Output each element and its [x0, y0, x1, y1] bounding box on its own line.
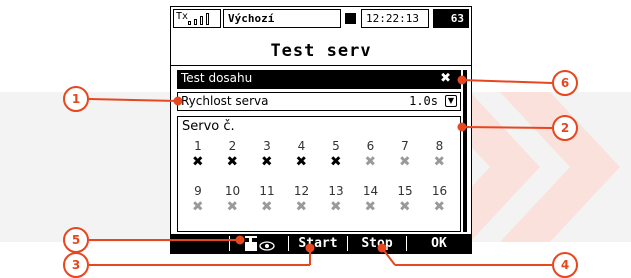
servo-grid-title: Servo č.	[182, 119, 235, 134]
tx-label: Tx	[176, 11, 189, 22]
servo-cell: 1 ✖	[181, 139, 215, 171]
servo-cross-icon: ✖	[192, 196, 204, 217]
servo-cross-icon: ✖	[399, 151, 411, 172]
page-title: Test serv	[270, 41, 372, 61]
servo-cross-icon: ✖	[330, 151, 342, 172]
servo-cell: 11 ✖	[250, 184, 284, 216]
servo-grid: Servo č. 1 ✖ 2 ✖ 3 ✖ 4 ✖ 5 ✖ 6 ✖ 7 ✖ 8 ✖ 9 ✖ 10 ✖ 11 ✖ 12 ✖ 13 ✖ 1…	[177, 116, 461, 232]
range-test-label: Test dosahu	[181, 71, 253, 85]
dropdown-arrow-icon[interactable]: ▼	[445, 95, 457, 107]
servo-speed-value: 1.0s	[409, 94, 438, 108]
servo-cell: 15 ✖	[388, 184, 422, 216]
model-name[interactable]: Výchozí	[223, 9, 341, 28]
ok-button[interactable]: OK	[407, 234, 471, 253]
device-screen: Tx Výchozí 12:22:13 63 Test serv Test do…	[170, 6, 472, 254]
range-test-value: ✖	[440, 71, 451, 86]
servo-cell: 5 ✖	[319, 139, 353, 171]
softkey-bar: Start Stop OK	[171, 234, 471, 253]
signal-bar-icon	[188, 21, 191, 25]
servo-cross-icon: ✖	[296, 196, 307, 217]
scrollbar[interactable]	[463, 70, 467, 232]
signal-bar-icon	[206, 13, 209, 25]
servo-cross-icon: ✖	[261, 151, 273, 172]
servo-speed-label: Rychlost serva	[181, 94, 269, 108]
stop-button[interactable]: Stop	[348, 234, 406, 253]
servo-speed-row[interactable]: Rychlost serva 1.0s ▼	[177, 92, 461, 111]
range-test-row[interactable]: Test dosahu ✖	[177, 70, 461, 89]
servo-cross-icon: ✖	[434, 151, 445, 172]
stop-square-icon	[345, 13, 356, 24]
servo-cell: 16 ✖	[423, 184, 457, 216]
servo-cell: 14 ✖	[354, 184, 388, 216]
transmitter-eye-icon	[245, 236, 275, 251]
servo-cell: 3 ✖	[250, 139, 284, 171]
servo-cross-icon: ✖	[192, 151, 204, 172]
status-bar: Tx Výchozí 12:22:13 63	[171, 7, 471, 31]
servo-cross-icon: ✖	[365, 151, 376, 172]
servo-cross-icon: ✖	[330, 196, 342, 217]
servo-cell: 2 ✖	[216, 139, 250, 171]
servo-cross-icon: ✖	[261, 196, 273, 217]
servo-cell: 8 ✖	[423, 139, 457, 171]
servo-cell: 9 ✖	[181, 184, 215, 216]
servo-cross-icon: ✖	[227, 151, 238, 172]
servo-cross-icon: ✖	[227, 196, 238, 217]
start-button[interactable]: Start	[289, 234, 347, 253]
servo-cell: 10 ✖	[216, 184, 250, 216]
servo-cross-icon: ✖	[434, 196, 445, 217]
servo-cross-icon: ✖	[399, 196, 411, 217]
softkey-empty[interactable]	[171, 234, 229, 253]
signal-bar-icon	[200, 16, 203, 25]
battery-indicator: 63	[433, 9, 469, 28]
servo-cell: 6 ✖	[354, 139, 388, 171]
servo-cell: 7 ✖	[388, 139, 422, 171]
servo-cross-icon: ✖	[365, 196, 376, 217]
servo-cell: 4 ✖	[285, 139, 319, 171]
signal-bar-icon	[194, 19, 197, 25]
clock: 12:22:13	[361, 9, 429, 28]
servo-cell: 13 ✖	[319, 184, 353, 216]
servo-cell: 12 ✖	[285, 184, 319, 216]
trainer-view-button[interactable]	[230, 234, 288, 253]
servo-cross-icon: ✖	[296, 151, 307, 172]
title-divider	[171, 65, 471, 66]
tx-signal-indicator: Tx	[173, 9, 221, 28]
